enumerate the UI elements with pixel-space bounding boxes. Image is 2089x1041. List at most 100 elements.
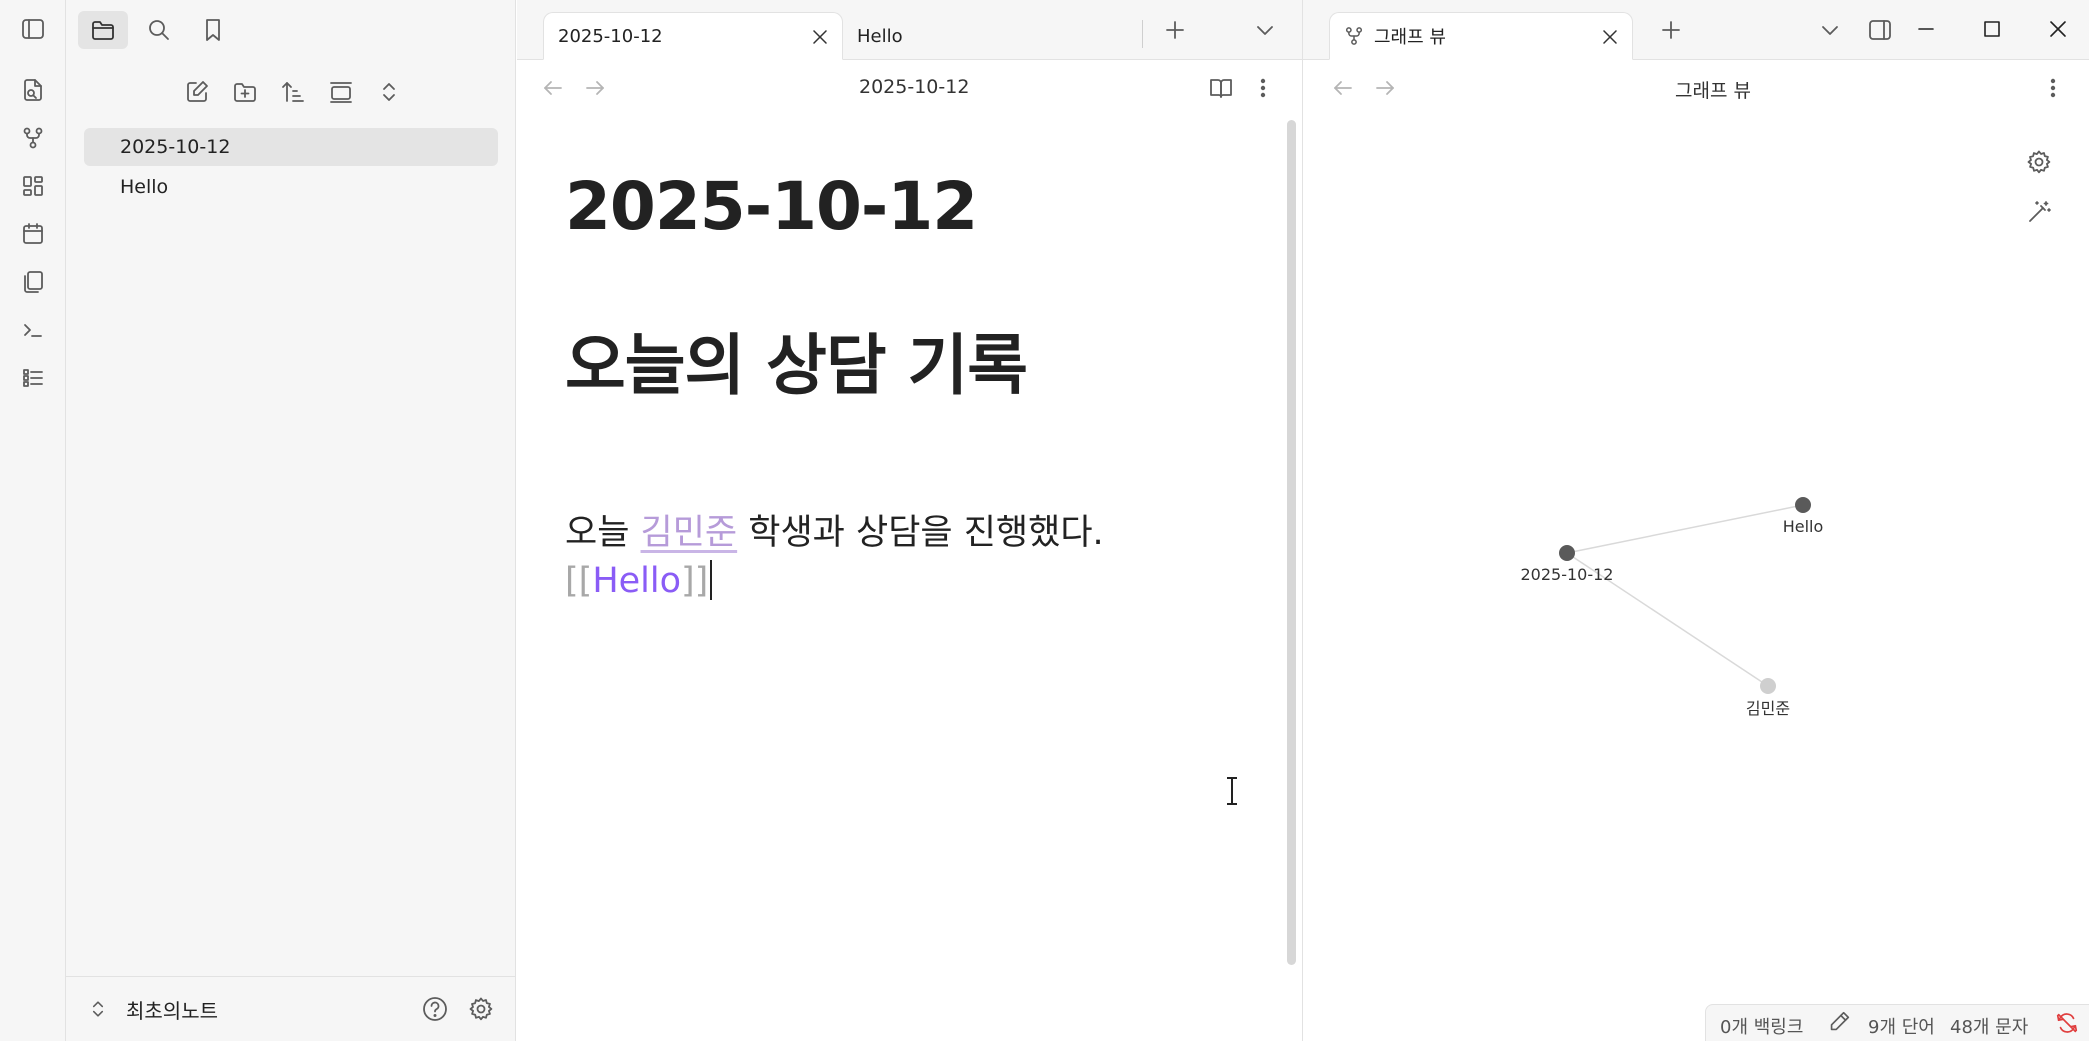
tab-graph-view[interactable]: 그래프 뷰 <box>1329 12 1633 60</box>
bookmarks-tab-button[interactable] <box>188 11 238 49</box>
folder-plus-icon <box>234 83 256 102</box>
files-icon <box>24 271 43 293</box>
sort-ascending-icon <box>282 82 304 102</box>
heading-title: 오늘의 상담 기록 <box>565 327 1028 404</box>
view-title[interactable]: 2025-10-12 <box>859 76 969 98</box>
vault-name[interactable]: 최초의노트 <box>126 995 218 1024</box>
plus-icon <box>1166 21 1184 39</box>
file-item[interactable]: Hello <box>84 168 498 206</box>
git-fork-icon <box>23 127 43 149</box>
i-beam-cursor-icon <box>1227 777 1237 805</box>
reading-view-button[interactable] <box>1207 74 1235 102</box>
gallery-horizontal-icon <box>330 82 352 103</box>
word-count: 9개 단어 <box>1868 1017 1935 1038</box>
wikilink-open-bracket: [[ <box>565 561 593 601</box>
outline-button[interactable] <box>16 361 50 395</box>
pencil-icon[interactable] <box>1826 1009 1852 1035</box>
new-note-button[interactable] <box>179 74 215 110</box>
search-tab-button[interactable] <box>134 11 184 49</box>
gear-icon <box>469 997 493 1021</box>
chevron-down-icon <box>1257 26 1273 35</box>
editor-content[interactable]: 2025-10-12 오늘의 상담 기록 오늘 김민준 학생과 상담을 진행했다… <box>517 116 1287 1041</box>
chevron-down-icon <box>1822 26 1838 35</box>
new-tab-button[interactable] <box>1657 16 1685 44</box>
daily-note-button[interactable] <box>16 217 50 251</box>
files-tab-button[interactable] <box>78 11 128 49</box>
terminal-icon <box>24 324 42 337</box>
graph-node-label: Hello <box>1783 517 1824 536</box>
quick-switcher-button[interactable] <box>16 73 50 107</box>
folder-icon <box>92 21 114 40</box>
char-count: 48개 문자 <box>1950 1017 2029 1038</box>
right-tab-strip: 그래프 뷰 <box>1302 0 2089 60</box>
graph-node[interactable] <box>1559 545 1575 561</box>
file-item-label: 2025-10-12 <box>120 136 231 158</box>
layout-dashboard-icon <box>23 176 43 196</box>
search-icon <box>149 20 169 40</box>
tab-divider <box>1142 20 1143 48</box>
auto-reveal-button[interactable] <box>323 74 359 110</box>
plus-icon <box>1662 21 1680 39</box>
canvas-button[interactable] <box>16 169 50 203</box>
sort-button[interactable] <box>275 74 311 110</box>
graph-view-pane[interactable]: 그래프 뷰 2025-10-12 Hello 김민준 <box>1302 60 2089 1041</box>
heading-date: 2025-10-12 <box>565 168 978 245</box>
tab-hello[interactable]: Hello <box>843 12 1143 60</box>
graph-node-label: 2025-10-12 <box>1521 565 1614 584</box>
command-palette-button[interactable] <box>16 313 50 347</box>
file-explorer-sidebar: 2025-10-12 Hello 최초의노트 <box>66 0 516 1041</box>
wikilink-hello[interactable]: Hello <box>592 561 681 601</box>
left-tab-strip: 2025-10-12 Hello <box>517 0 1302 60</box>
graph-node[interactable] <box>1760 678 1776 694</box>
tab-list-button[interactable] <box>1816 16 1844 44</box>
window-close-icon[interactable] <box>2043 14 2073 44</box>
vault-switcher-button[interactable] <box>86 997 110 1021</box>
back-button[interactable] <box>539 74 567 102</box>
tab-label: 그래프 뷰 <box>1374 27 1446 48</box>
text-caret <box>710 560 713 600</box>
graph-node[interactable] <box>1795 497 1811 513</box>
minimize-icon[interactable] <box>1911 14 1941 44</box>
help-circle-icon <box>423 997 447 1021</box>
forward-button[interactable] <box>581 74 609 102</box>
wikilink-line: [[Hello]] <box>565 560 713 601</box>
wikilink-close-bracket: ]] <box>681 561 709 601</box>
editor-scrollbar[interactable] <box>1287 120 1296 965</box>
unresolved-link[interactable]: 김민준 <box>641 513 738 553</box>
graph-canvas[interactable]: 2025-10-12 Hello 김민준 <box>1303 60 2089 1041</box>
maximize-icon[interactable] <box>1977 14 2007 44</box>
sidebar-left-icon <box>22 19 44 39</box>
sync-error-icon[interactable] <box>2054 1010 2080 1036</box>
graph-edge <box>1566 504 1804 554</box>
arrow-right-icon <box>586 81 604 95</box>
settings-button[interactable] <box>467 995 495 1023</box>
arrow-left-icon <box>544 81 562 95</box>
graph-view-button[interactable] <box>16 121 50 155</box>
status-bar: 0개 백링크 9개 단어 48개 문자 <box>1705 1004 2089 1041</box>
vault-bar: 최초의노트 <box>66 976 515 1041</box>
templates-button[interactable] <box>16 265 50 299</box>
paragraph-text: 학생과 상담을 진행했다. <box>737 513 1104 553</box>
close-icon[interactable] <box>1598 25 1622 49</box>
toggle-sidebar-button[interactable] <box>16 12 50 46</box>
new-tab-button[interactable] <box>1161 16 1189 44</box>
editor-view-header: 2025-10-12 <box>517 60 1302 116</box>
file-item-label: Hello <box>120 176 169 198</box>
paragraph: 오늘 김민준 학생과 상담을 진행했다. <box>565 504 1104 555</box>
close-icon[interactable] <box>808 25 832 49</box>
git-fork-icon <box>1345 27 1363 45</box>
backlinks-count[interactable]: 0개 백링크 <box>1720 1013 1803 1039</box>
help-button[interactable] <box>421 995 449 1023</box>
tab-2025-10-12[interactable]: 2025-10-12 <box>543 12 843 60</box>
file-item[interactable]: 2025-10-12 <box>84 128 498 166</box>
paragraph-text: 오늘 <box>565 513 641 553</box>
chevrons-up-down-icon <box>92 1001 104 1017</box>
tab-list-button[interactable] <box>1251 16 1279 44</box>
more-options-button[interactable] <box>1249 74 1277 102</box>
graph-node-label: 김민준 <box>1746 699 1790 718</box>
toggle-right-sidebar-button[interactable] <box>1866 16 1894 44</box>
file-search-icon <box>24 79 42 101</box>
new-folder-button[interactable] <box>227 74 263 110</box>
collapse-all-button[interactable] <box>371 74 407 110</box>
bookmark-icon <box>206 19 220 41</box>
